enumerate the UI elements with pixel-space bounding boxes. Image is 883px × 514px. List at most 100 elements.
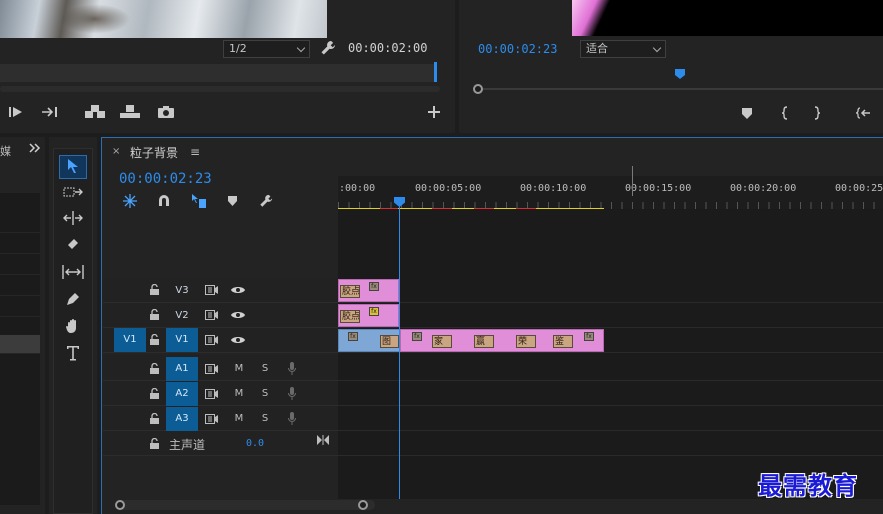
overwrite-icon[interactable]	[120, 105, 140, 122]
solo-button-a3[interactable]: S	[258, 413, 272, 424]
chevron-down-icon	[296, 43, 306, 53]
out-point-icon[interactable]	[813, 106, 821, 123]
camera-icon[interactable]	[157, 105, 175, 122]
list-item[interactable]	[0, 297, 40, 317]
go-to-in-icon[interactable]	[852, 107, 870, 122]
fx-badge: fx	[369, 282, 379, 291]
track-target-a1[interactable]: A1	[166, 357, 198, 381]
mute-button-a1[interactable]: M	[232, 363, 246, 374]
microphone-icon[interactable]	[288, 362, 296, 378]
mute-button-a2[interactable]: M	[232, 388, 246, 399]
slip-icon[interactable]	[59, 262, 87, 286]
eye-icon[interactable]	[231, 310, 245, 323]
source-zoom-scrollbar[interactable]	[0, 86, 440, 92]
source-playhead[interactable]	[434, 62, 437, 82]
pen-icon[interactable]	[59, 290, 87, 314]
source-zoom-select[interactable]: 1/2	[223, 40, 310, 58]
razor-icon[interactable]	[59, 235, 87, 259]
linked-selection-icon[interactable]	[191, 193, 207, 212]
source-patch-v1[interactable]: V1	[114, 328, 146, 352]
microphone-icon[interactable]	[288, 412, 296, 428]
clip-v1-b[interactable]	[400, 329, 604, 352]
double-chevron-right-icon[interactable]	[29, 142, 41, 157]
add-marker-icon[interactable]	[228, 196, 237, 209]
lock-icon[interactable]	[150, 362, 159, 377]
fx-badge: fx	[412, 332, 422, 341]
track-lane-a1[interactable]	[338, 355, 883, 381]
program-zoom-bar[interactable]	[480, 88, 883, 90]
solo-button-a2[interactable]: S	[258, 388, 272, 399]
lock-icon[interactable]	[150, 412, 159, 427]
track-target-v1[interactable]: V1	[166, 328, 198, 352]
timeline-zoom-left-handle[interactable]	[115, 500, 125, 510]
track-target-a2[interactable]: A2	[166, 382, 198, 406]
go-to-end-icon[interactable]	[317, 435, 329, 448]
clip-v2-thumbnail: 胶点	[340, 310, 360, 323]
program-zoom-handle[interactable]	[473, 84, 483, 94]
lock-icon[interactable]	[150, 437, 159, 452]
play-icon[interactable]	[8, 106, 24, 121]
marker-icon[interactable]	[742, 108, 752, 122]
hand-icon[interactable]	[59, 317, 87, 341]
insert-icon[interactable]	[85, 105, 105, 122]
source-time-ruler[interactable]	[0, 64, 437, 82]
microphone-icon[interactable]	[288, 387, 296, 403]
lock-icon[interactable]	[150, 333, 159, 348]
selection-tool-icon[interactable]	[59, 155, 87, 179]
program-fit-select[interactable]: 适合	[580, 40, 666, 58]
in-point-icon[interactable]	[781, 106, 789, 123]
program-video-frame	[572, 0, 883, 36]
lock-icon[interactable]	[150, 387, 159, 402]
ruler-major-tick	[632, 166, 633, 196]
sync-lock-icon[interactable]	[205, 310, 218, 323]
timeline-zoom-scrollbar[interactable]	[115, 500, 375, 510]
timeline-timecode[interactable]: 00:00:02:23	[119, 171, 212, 187]
mute-button-a3[interactable]: M	[232, 413, 246, 424]
list-item-selected[interactable]	[0, 335, 40, 354]
chevron-down-icon	[652, 43, 662, 53]
program-fit-value: 适合	[586, 42, 608, 55]
wrench-icon[interactable]	[320, 40, 338, 58]
sync-lock-icon[interactable]	[205, 414, 218, 427]
eye-icon[interactable]	[231, 285, 245, 298]
track-lane-a2[interactable]	[338, 381, 883, 406]
sync-lock-icon[interactable]	[205, 364, 218, 377]
close-tab-icon[interactable]: ×	[112, 146, 120, 157]
sequence-tab-title[interactable]: 粒子背景	[130, 144, 178, 161]
sync-lock-icon[interactable]	[205, 389, 218, 402]
add-icon[interactable]	[427, 106, 441, 121]
sync-lock-icon[interactable]	[205, 285, 218, 298]
type-icon[interactable]	[59, 344, 87, 368]
step-forward-icon[interactable]	[42, 106, 60, 121]
snap-nest-icon[interactable]	[123, 194, 137, 211]
master-volume-value[interactable]: 0.0	[246, 438, 264, 449]
tab-menu-icon[interactable]: ≡	[190, 145, 200, 159]
track-lane-a3[interactable]	[338, 406, 883, 431]
track-header-a3	[103, 406, 338, 431]
track-lane-master[interactable]	[338, 431, 883, 456]
list-item[interactable]	[0, 255, 40, 275]
timeline-settings-wrench-icon[interactable]	[259, 194, 273, 211]
ripple-edit-icon[interactable]	[59, 208, 87, 232]
program-timecode[interactable]: 00:00:02:23	[478, 42, 557, 56]
track-lane-v2[interactable]	[338, 303, 883, 328]
solo-button-a1[interactable]: S	[258, 363, 272, 374]
list-item[interactable]	[0, 213, 40, 233]
timeline-zoom-right-handle[interactable]	[358, 500, 368, 510]
sync-lock-icon[interactable]	[205, 335, 218, 348]
track-header-master	[103, 431, 338, 456]
track-lane-v3[interactable]	[338, 278, 883, 303]
magnet-snap-icon[interactable]	[157, 194, 171, 211]
lock-icon[interactable]	[150, 283, 159, 298]
clip-v1-thumbnail: 家	[432, 335, 452, 348]
track-select-icon[interactable]	[59, 182, 87, 206]
list-item[interactable]	[0, 276, 40, 296]
track-target-v3[interactable]: V3	[166, 279, 198, 303]
eye-icon[interactable]	[231, 335, 245, 348]
track-target-v2[interactable]: V2	[166, 304, 198, 328]
lock-icon[interactable]	[150, 308, 159, 323]
timeline-playhead-line[interactable]	[399, 206, 400, 499]
project-panel-tab[interactable]: 媒	[0, 143, 11, 159]
track-target-a3[interactable]: A3	[166, 407, 198, 431]
list-item[interactable]	[0, 234, 40, 254]
